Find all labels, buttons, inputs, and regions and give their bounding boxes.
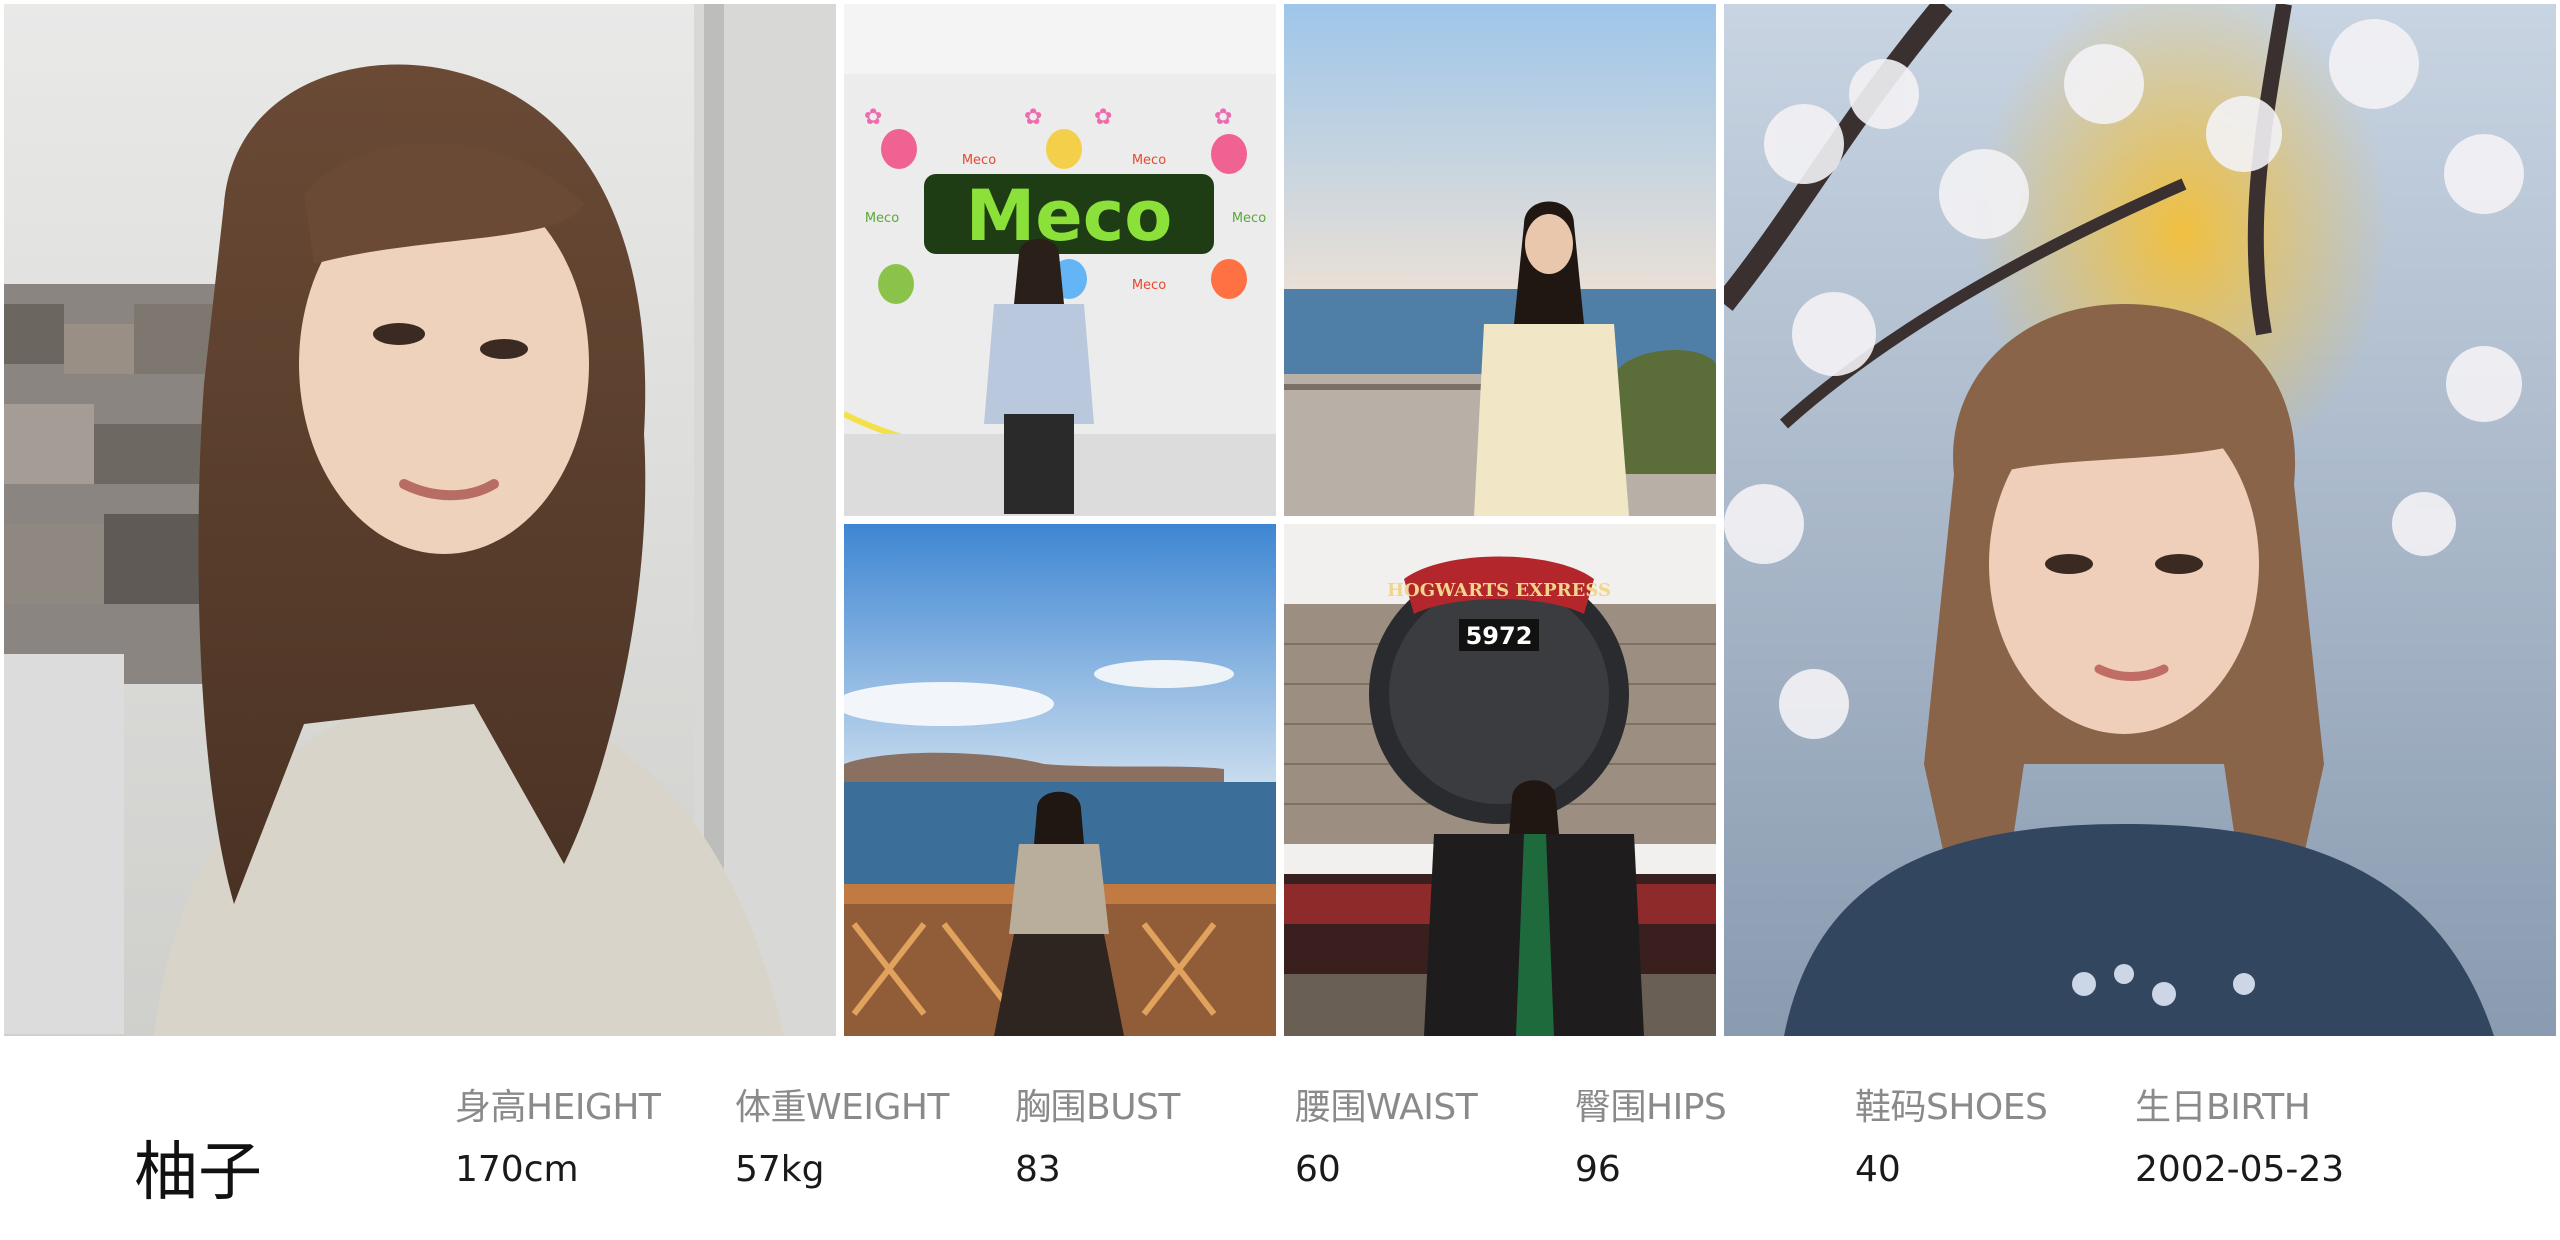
model-info-row: 柚子 身高HEIGHT 170cm 体重WEIGHT 57kg 胸围BUST 8… [0, 1040, 2560, 1240]
photo-hogwarts-express: HOGWARTS EXPRESS 5972 [1284, 524, 1716, 1036]
train-plate-text: HOGWARTS EXPRESS [1387, 580, 1611, 601]
meco-small-label: Meco [962, 153, 996, 168]
stat-value: 96 [1575, 1149, 1621, 1190]
model-name: 柚子 [134, 1136, 262, 1210]
stat-hips: 臀围HIPS 96 [1575, 1086, 1727, 1192]
meco-logo-text: Meco [966, 175, 1173, 257]
stat-value: 57kg [735, 1149, 825, 1190]
stat-label: 鞋码SHOES [1855, 1087, 2048, 1128]
photo-seaside [1284, 4, 1716, 516]
stat-label: 臀围HIPS [1575, 1087, 1727, 1128]
meco-small-label: Meco [1232, 211, 1266, 226]
photo-meco-sign: ✿ ✿ ✿ ✿ Meco Meco Meco Meco Meco Meco [844, 4, 1276, 516]
stat-birth: 生日BIRTH 2002-05-23 [2135, 1086, 2344, 1192]
stat-label: 体重WEIGHT [735, 1087, 949, 1128]
meco-small-label: Meco [865, 211, 899, 226]
stat-label: 胸围BUST [1015, 1087, 1180, 1128]
svg-text:✿: ✿ [1024, 105, 1042, 130]
photo-cherry-blossom [1724, 4, 2556, 1036]
svg-text:✿: ✿ [864, 105, 882, 130]
stat-shoes: 鞋码SHOES 40 [1855, 1086, 2048, 1192]
train-number-text: 5972 [1466, 622, 1533, 650]
stat-value: 83 [1015, 1149, 1061, 1190]
photo-selfie [4, 4, 836, 1036]
stat-height: 身高HEIGHT 170cm [455, 1086, 661, 1192]
svg-text:✿: ✿ [1214, 105, 1232, 130]
meco-small-label: Meco [1132, 153, 1166, 168]
stat-value: 60 [1295, 1149, 1341, 1190]
stat-label: 身高HEIGHT [455, 1087, 661, 1128]
stat-value: 2002-05-23 [2135, 1149, 2345, 1190]
model-card: ✿ ✿ ✿ ✿ Meco Meco Meco Meco Meco Meco HO… [0, 0, 2560, 1240]
stat-waist: 腰围WAIST 60 [1295, 1086, 1478, 1192]
stat-weight: 体重WEIGHT 57kg [735, 1086, 949, 1192]
stat-bust: 胸围BUST 83 [1015, 1086, 1180, 1192]
stat-label: 生日BIRTH [2135, 1087, 2311, 1128]
stat-value: 170cm [455, 1149, 579, 1190]
stat-value: 40 [1855, 1149, 1901, 1190]
photo-sea-railing [844, 524, 1276, 1036]
svg-text:✿: ✿ [1094, 105, 1112, 130]
stat-label: 腰围WAIST [1295, 1087, 1478, 1128]
meco-small-label: Meco [1132, 278, 1166, 293]
